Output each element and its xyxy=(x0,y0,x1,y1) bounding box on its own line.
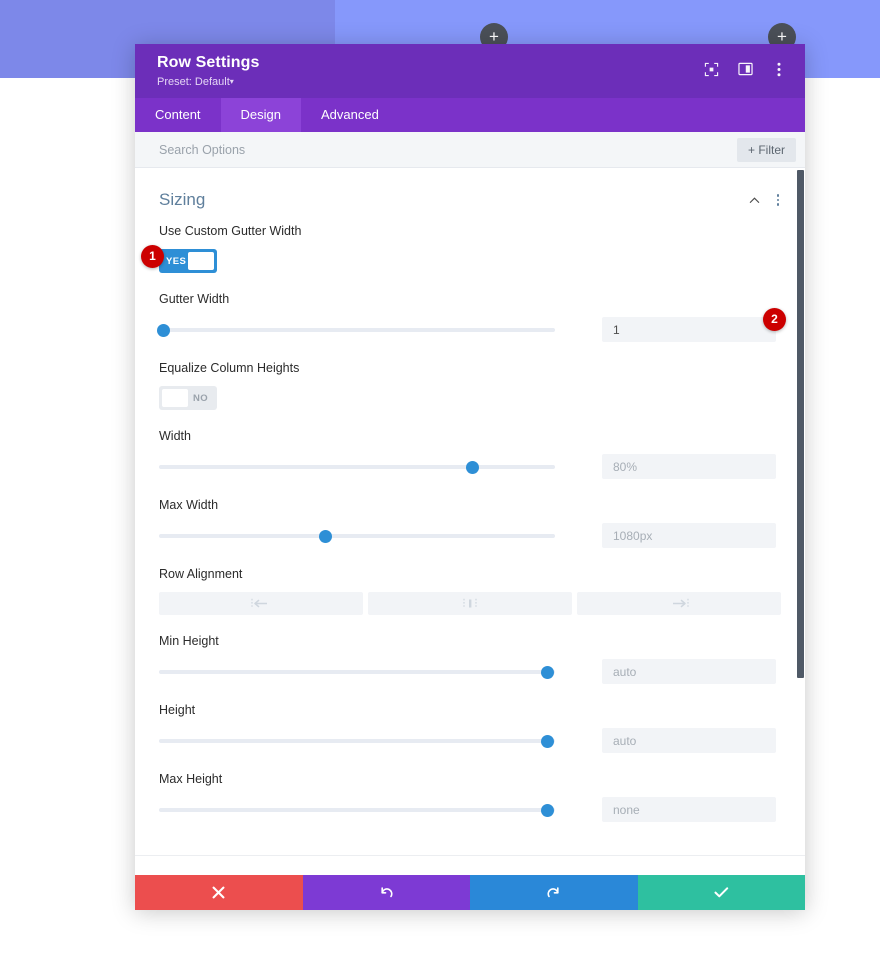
gutter-width-input[interactable] xyxy=(602,317,776,342)
gutter-width-slider[interactable] xyxy=(159,323,555,337)
close-icon xyxy=(212,886,225,899)
max-height-slider[interactable] xyxy=(159,803,555,817)
search-bar: + Filter xyxy=(135,132,805,168)
slider-track xyxy=(159,465,555,469)
slider-track xyxy=(159,670,555,674)
field-width: Width xyxy=(159,429,781,479)
field-label: Width xyxy=(159,429,781,443)
slider-handle[interactable] xyxy=(541,666,554,679)
tab-design[interactable]: Design xyxy=(221,98,301,132)
slider-track xyxy=(159,739,555,743)
toggle-state-label: NO xyxy=(193,393,208,404)
search-input[interactable] xyxy=(159,143,579,157)
field-row-alignment: Row Alignment xyxy=(159,567,781,615)
field-max-width: Max Width xyxy=(159,498,781,548)
tab-content[interactable]: Content xyxy=(135,98,221,132)
save-button[interactable] xyxy=(638,875,806,910)
kebab-menu-icon[interactable] xyxy=(771,61,787,77)
min-height-slider[interactable] xyxy=(159,665,555,679)
sizing-section-controls xyxy=(748,194,780,207)
width-slider[interactable] xyxy=(159,460,555,474)
use-custom-gutter-width-toggle[interactable]: YES xyxy=(159,249,217,273)
field-label: Max Height xyxy=(159,772,781,786)
modal-header: Row Settings Preset: Default▾ xyxy=(135,44,805,98)
redo-icon xyxy=(546,885,561,900)
row-settings-modal: Row Settings Preset: Default▾ xyxy=(135,44,805,910)
width-input[interactable] xyxy=(602,454,776,479)
annotation-badge-2: 2 xyxy=(763,308,786,331)
toggle-state-label: YES xyxy=(166,256,186,267)
slider-handle[interactable] xyxy=(319,530,332,543)
tab-advanced[interactable]: Advanced xyxy=(301,98,399,132)
undo-button[interactable] xyxy=(303,875,471,910)
row-align-right-button[interactable] xyxy=(577,592,781,615)
row-align-center-button[interactable] xyxy=(368,592,572,615)
filter-button[interactable]: + Filter xyxy=(737,138,796,162)
settings-scroll-area: Sizing Use Custom Gutter Width xyxy=(135,168,805,875)
field-height: Height xyxy=(159,703,781,753)
field-use-custom-gutter-width: Use Custom Gutter Width YES xyxy=(159,224,781,273)
page-root: + + Row Settings Preset: Default▾ xyxy=(0,0,880,958)
align-right-icon xyxy=(669,598,689,609)
slider-handle[interactable] xyxy=(541,735,554,748)
field-label: Gutter Width xyxy=(159,292,781,306)
sizing-section-body: Use Custom Gutter Width YES Gutter Width xyxy=(135,224,805,855)
slider-handle[interactable] xyxy=(466,461,479,474)
modal-title-group: Row Settings Preset: Default▾ xyxy=(157,53,260,88)
sizing-section-header[interactable]: Sizing xyxy=(135,168,805,224)
slider-handle[interactable] xyxy=(541,804,554,817)
field-gutter-width: Gutter Width xyxy=(159,292,781,342)
field-min-height: Min Height xyxy=(159,634,781,684)
min-height-input[interactable] xyxy=(602,659,776,684)
field-label: Row Alignment xyxy=(159,567,781,581)
preset-selector[interactable]: Preset: Default▾ xyxy=(157,76,260,88)
field-equalize-column-heights: Equalize Column Heights NO xyxy=(159,361,781,410)
page-title: Row Settings xyxy=(157,54,260,72)
slider-track xyxy=(159,534,555,538)
modal-footer xyxy=(135,875,805,910)
max-width-input[interactable] xyxy=(602,523,776,548)
spacing-section-header[interactable]: Spacing xyxy=(135,855,805,875)
height-input[interactable] xyxy=(602,728,776,753)
annotation-badge-1: 1 xyxy=(141,245,164,268)
equalize-column-heights-toggle[interactable]: NO xyxy=(159,386,217,410)
align-left-icon xyxy=(251,598,271,609)
max-height-input[interactable] xyxy=(602,797,776,822)
field-label: Height xyxy=(159,703,781,717)
field-max-height: Max Height xyxy=(159,772,781,822)
max-width-slider[interactable] xyxy=(159,529,555,543)
chevron-up-icon[interactable] xyxy=(748,194,761,207)
slider-track xyxy=(159,328,555,332)
field-label: Use Custom Gutter Width xyxy=(159,224,781,238)
row-align-left-button[interactable] xyxy=(159,592,363,615)
sizing-section-menu-icon[interactable] xyxy=(777,194,780,206)
sizing-section-title: Sizing xyxy=(159,190,205,210)
toggle-knob xyxy=(162,389,188,407)
chevron-down-icon: ▾ xyxy=(230,77,234,86)
checkmark-icon xyxy=(714,886,729,899)
settings-scrollbar[interactable] xyxy=(797,170,804,678)
redo-button[interactable] xyxy=(470,875,638,910)
preset-label: Preset: Default xyxy=(157,76,230,88)
slider-handle[interactable] xyxy=(157,324,170,337)
cancel-button[interactable] xyxy=(135,875,303,910)
height-slider[interactable] xyxy=(159,734,555,748)
align-center-icon xyxy=(460,598,480,609)
field-label: Max Width xyxy=(159,498,781,512)
focus-icon[interactable] xyxy=(703,61,719,77)
field-label: Min Height xyxy=(159,634,781,648)
layout-panel-icon[interactable] xyxy=(737,61,753,77)
field-label: Equalize Column Heights xyxy=(159,361,781,375)
slider-track xyxy=(159,808,555,812)
undo-icon xyxy=(379,885,394,900)
header-icon-group xyxy=(703,53,787,77)
tab-bar: Content Design Advanced xyxy=(135,98,805,132)
toggle-knob xyxy=(188,252,214,270)
